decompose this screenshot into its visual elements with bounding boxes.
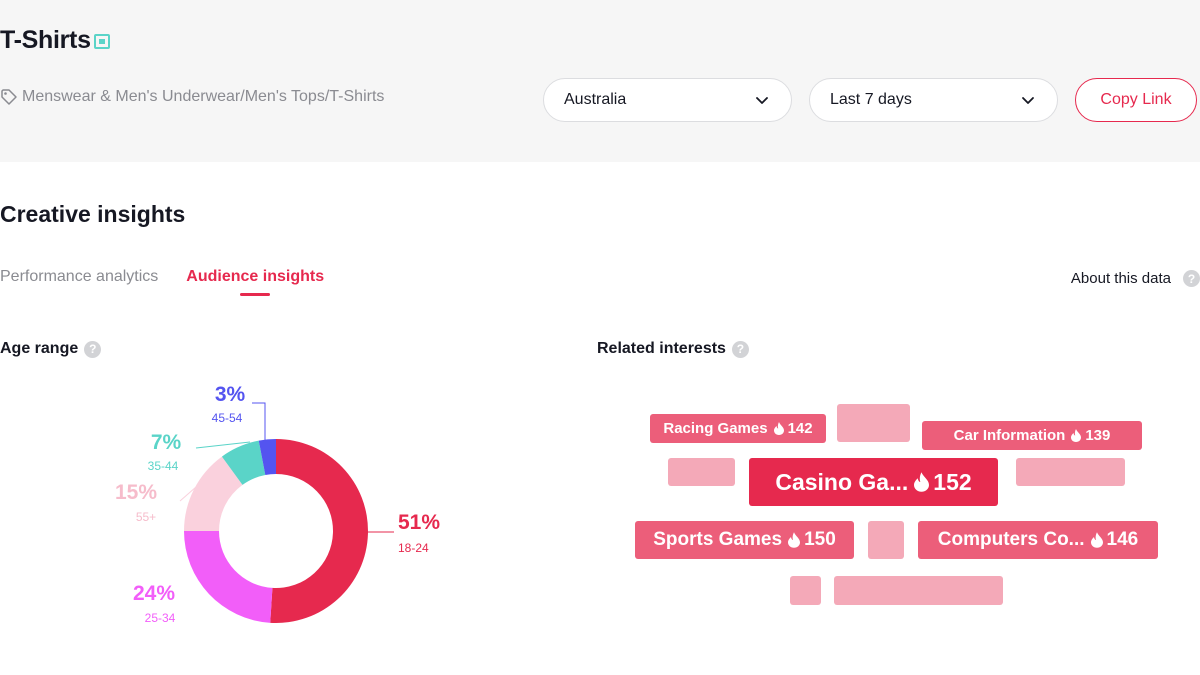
interest-placeholder <box>790 576 821 605</box>
flame-icon <box>914 472 930 492</box>
breadcrumb-text: Menswear & Men's Underwear/Men's Tops/T-… <box>22 88 385 105</box>
interest-placeholder <box>834 576 1003 605</box>
interest-placeholder <box>668 458 735 486</box>
interest-placeholder <box>1016 458 1125 486</box>
interest-name: Car Information <box>953 427 1066 444</box>
interest-tag[interactable]: Computers Co... 146 <box>918 521 1158 559</box>
slice-age-label: 25-34 <box>145 611 176 625</box>
interest-tag[interactable]: Sports Games 150 <box>635 521 854 559</box>
title-row: T-Shirts <box>0 22 110 58</box>
slice-percent-label: 24% <box>133 582 175 605</box>
copy-link-button[interactable]: Copy Link <box>1075 78 1197 122</box>
related-interests-label: Related interests ? <box>597 340 749 358</box>
slice-percent-label: 7% <box>151 431 182 454</box>
interest-tag[interactable]: Racing Games 142 <box>650 414 826 443</box>
slice-percent-label: 3% <box>215 383 246 406</box>
slice-age-label: 18-24 <box>398 541 429 555</box>
interest-name: Casino Ga... <box>775 468 909 495</box>
interest-score: 152 <box>933 468 972 495</box>
slice-age-label: 35-44 <box>148 459 179 473</box>
chevron-down-icon <box>755 93 769 107</box>
interest-score: 146 <box>1106 529 1139 550</box>
slice-age-label: 45-54 <box>212 411 243 425</box>
interest-score: 150 <box>804 529 836 550</box>
about-this-data-label: About this data <box>1070 270 1171 287</box>
donut-slice-25-34[interactable] <box>184 531 273 623</box>
slice-age-label: 55+ <box>136 510 156 524</box>
help-icon[interactable]: ? <box>84 340 102 358</box>
insights-tabs: Performance analytics Audience insights <box>0 268 325 296</box>
interest-placeholder <box>868 521 904 559</box>
interest-tag[interactable]: Car Information 139 <box>922 421 1142 450</box>
slice-percent-label: 51% <box>398 511 440 534</box>
flame-icon <box>788 532 801 548</box>
age-range-label: Age range ? <box>0 340 102 358</box>
donut-slice-18-24[interactable] <box>270 439 368 623</box>
flame-icon <box>1090 532 1103 548</box>
help-icon[interactable]: ? <box>731 340 749 358</box>
interest-score: 139 <box>1085 427 1111 444</box>
tab-audience-insights[interactable]: Audience insights <box>186 268 325 296</box>
interest-placeholder <box>837 404 910 442</box>
page-title: T-Shirts <box>0 25 91 54</box>
slice-percent-label: 15% <box>115 481 157 504</box>
country-select[interactable]: Australia <box>543 78 792 122</box>
age-range-donut-chart: 51% 18-24 24% 25-34 15% 55+ 7% 35-44 3% 45-54 <box>115 383 440 625</box>
tag-icon <box>0 88 18 106</box>
related-interests-title: Related interests <box>597 340 726 357</box>
interest-name: Racing Games <box>663 420 768 437</box>
tab-audience-insights-label: Audience insights <box>186 268 325 285</box>
interest-tag-top[interactable]: Casino Ga... 152 <box>749 458 998 506</box>
chevron-down-icon <box>1021 93 1035 107</box>
tab-performance-analytics[interactable]: Performance analytics <box>0 268 158 286</box>
about-this-data-link[interactable]: About this data ? <box>1071 270 1200 287</box>
category-badge-icon <box>93 34 110 49</box>
interest-name: Computers Co... <box>937 529 1085 550</box>
period-select-value: Last 7 days <box>830 91 912 108</box>
leader-line <box>252 402 266 440</box>
flame-icon <box>1071 429 1082 442</box>
country-select-value: Australia <box>564 91 627 108</box>
interest-score: 142 <box>787 420 813 437</box>
page-header: T-Shirts Menswear & Men's Underwear/Men'… <box>0 0 1200 162</box>
flame-icon <box>773 422 784 435</box>
help-icon[interactable]: ? <box>1183 270 1200 287</box>
period-select[interactable]: Last 7 days <box>809 78 1058 122</box>
section-title: Creative insights <box>0 201 186 227</box>
active-tab-indicator <box>240 293 271 296</box>
breadcrumb: Menswear & Men's Underwear/Men's Tops/T-… <box>0 88 384 106</box>
age-range-title: Age range <box>0 340 79 357</box>
interest-name: Sports Games <box>653 529 783 550</box>
